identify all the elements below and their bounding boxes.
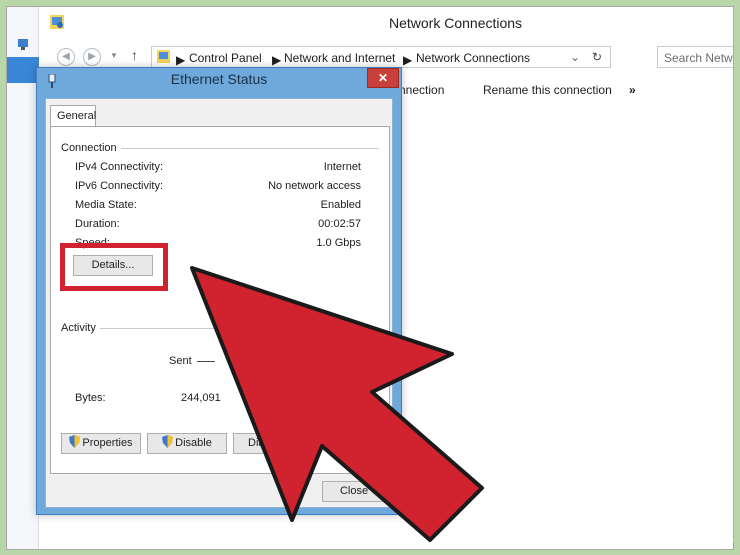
wikihow-watermark: wikiHow (676, 536, 734, 551)
red-arrow-annotation (190, 266, 484, 542)
